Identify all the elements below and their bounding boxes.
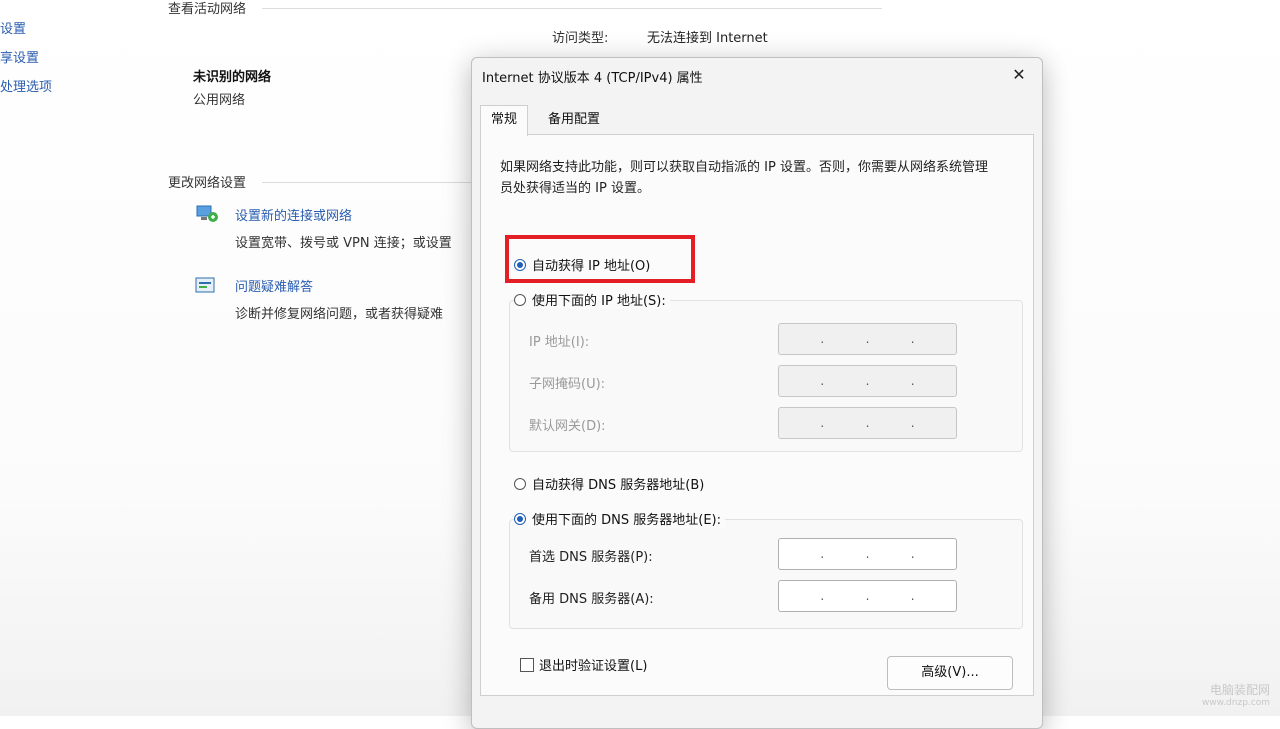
close-icon[interactable]: ✕ (1006, 64, 1032, 86)
active-networks-heading: 查看活动网络 (168, 2, 247, 17)
validate-on-exit-checkbox[interactable]: 退出时验证设置(L) (520, 655, 647, 674)
access-type-label: 访问类型: (552, 31, 609, 46)
tab-alternate-config[interactable]: 备用配置 (538, 106, 610, 134)
task-new-connection-link[interactable]: 设置新的连接或网络 (235, 205, 352, 224)
alternate-dns-label: 备用 DNS 服务器(A): (529, 592, 654, 607)
manual-ip-group: IP 地址(I): ... 子网掩码(U): ... 默认网关(D): ... (509, 300, 1023, 452)
default-gateway-label: 默认网关(D): (529, 419, 606, 434)
watermark-title: 电脑装配网 (1209, 683, 1270, 697)
radio-button[interactable] (514, 293, 526, 306)
section-divider (262, 182, 472, 183)
dns-auto-radio[interactable]: 自动获得 DNS 服务器地址(B) (514, 474, 704, 493)
access-type-value: 无法连接到 Internet (647, 31, 768, 46)
preferred-dns-label: 首选 DNS 服务器(P): (529, 550, 653, 565)
radio-button[interactable] (514, 477, 526, 490)
ip-address-label: IP 地址(I): (529, 335, 590, 350)
watermark-url: www.dnzp.com (1201, 698, 1270, 708)
ipv4-properties-dialog: Internet 协议版本 4 (TCP/IPv4) 属性 ✕ 常规 备用配置 … (471, 57, 1043, 729)
radio-button-selected[interactable] (514, 512, 526, 525)
task-troubleshoot-link[interactable]: 问题疑难解答 (235, 276, 313, 295)
dns-auto-label: 自动获得 DNS 服务器地址(B) (532, 478, 705, 493)
checkbox[interactable] (520, 657, 534, 672)
change-settings-heading: 更改网络设置 (168, 176, 247, 191)
ip-manual-radio[interactable]: 使用下面的 IP 地址(S): (514, 290, 670, 309)
ip-auto-radio[interactable]: 自动获得 IP 地址(O) (514, 255, 650, 274)
validate-on-exit-label: 退出时验证设置(L) (539, 659, 648, 674)
default-gateway-input[interactable]: ... (778, 407, 957, 439)
task-new-connection-desc: 设置宽带、拨号或 VPN 连接；或设置 (235, 236, 452, 251)
network-name: 未识别的网络 (193, 70, 272, 85)
troubleshoot-icon (195, 277, 215, 293)
watermark: 电脑装配网 www.dnzp.com (1202, 681, 1270, 708)
new-connection-icon (196, 205, 218, 222)
dialog-description: 如果网络支持此功能，则可以获取自动指派的 IP 设置。否则，你需要从网络系统管理… (500, 160, 988, 196)
general-tab-panel: 如果网络支持此功能，则可以获取自动指派的 IP 设置。否则，你需要从网络系统管理… (480, 134, 1034, 696)
radio-button-selected[interactable] (514, 258, 526, 271)
section-divider (262, 8, 882, 9)
task-troubleshoot-desc: 诊断并修复网络问题，或者获得疑难 (235, 307, 444, 322)
subnet-mask-input[interactable]: ... (778, 365, 957, 397)
alternate-dns-input[interactable]: ... (778, 580, 957, 612)
ip-manual-label: 使用下面的 IP 地址(S): (532, 294, 666, 309)
advanced-button[interactable]: 高级(V)... (887, 656, 1013, 690)
ip-address-input[interactable]: ... (778, 323, 957, 355)
ip-auto-label: 自动获得 IP 地址(O) (532, 259, 651, 274)
manual-dns-group: 首选 DNS 服务器(P): ... 备用 DNS 服务器(A): ... (509, 519, 1023, 629)
dns-manual-radio[interactable]: 使用下面的 DNS 服务器地址(E): (514, 509, 725, 528)
sidebar-link-sharing[interactable]: 享设置 (0, 47, 39, 66)
sidebar-link-media[interactable]: 处理选项 (0, 76, 52, 95)
sidebar-link-adapter[interactable]: 设置 (0, 18, 26, 37)
network-type: 公用网络 (193, 93, 246, 108)
preferred-dns-input[interactable]: ... (778, 538, 957, 570)
tab-general[interactable]: 常规 (480, 105, 529, 136)
dns-manual-label: 使用下面的 DNS 服务器地址(E): (532, 513, 721, 528)
dialog-title: Internet 协议版本 4 (TCP/IPv4) 属性 (482, 71, 703, 86)
subnet-mask-label: 子网掩码(U): (529, 377, 606, 392)
